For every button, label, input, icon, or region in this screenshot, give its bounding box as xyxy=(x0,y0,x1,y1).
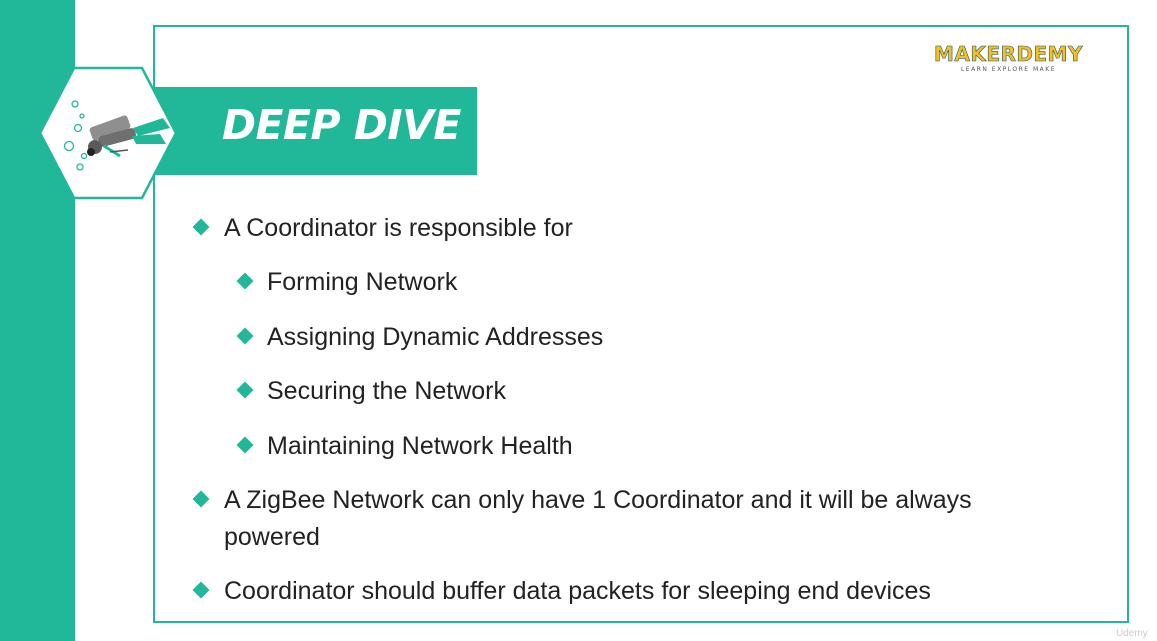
bullet-text: powered xyxy=(224,523,320,551)
bullet-text: Maintaining Network Health xyxy=(267,432,573,460)
bullet-text: Securing the Network xyxy=(267,377,507,405)
makerdemy-logo: MAKERDEMY LEARN EXPLORE MAKE xyxy=(926,42,1091,76)
logo-tagline: LEARN EXPLORE MAKE xyxy=(960,66,1057,73)
diver-icon xyxy=(38,66,178,200)
bullet-text: Coordinator should buffer data packets f… xyxy=(224,577,931,605)
udemy-watermark: Udemy xyxy=(1116,628,1148,639)
slide-title: DEEP DIVE xyxy=(222,101,461,149)
bullet-text: A ZigBee Network can only have 1 Coordin… xyxy=(224,486,972,514)
bullet-text: Assigning Dynamic Addresses xyxy=(267,323,604,351)
bullet-text: A Coordinator is responsible for xyxy=(224,214,573,242)
bullet-text: Forming Network xyxy=(267,268,458,296)
logo-name: MAKERDEMY xyxy=(933,42,1084,67)
